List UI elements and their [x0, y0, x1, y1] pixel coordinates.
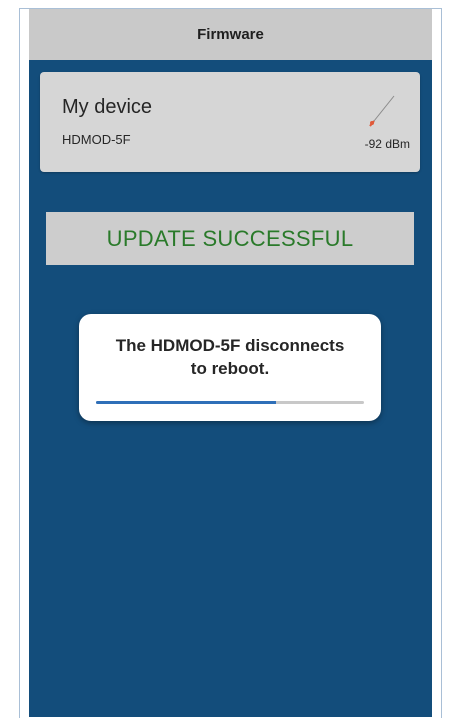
device-card[interactable]: My device HDMOD-5F -92 dBm — [40, 72, 420, 172]
device-model: HDMOD-5F — [62, 132, 131, 147]
title-bar: Firmware — [29, 9, 432, 60]
reboot-dialog: The HDMOD-5F disconnects to reboot. — [79, 314, 381, 421]
dialog-message-line1: The HDMOD-5F disconnects — [115, 336, 345, 355]
page-title: Firmware — [197, 26, 264, 43]
progress-bar-fill — [96, 401, 276, 404]
dialog-message-line2: to reboot. — [190, 359, 270, 378]
signal-strength-value: -92 dBm — [364, 137, 410, 151]
update-status-banner: UPDATE SUCCESSFUL — [46, 212, 414, 265]
device-name: My device — [62, 96, 153, 118]
app-screen: Firmware My device HDMOD-5F -92 dBm UPDA… — [29, 9, 432, 717]
progress-bar — [96, 401, 364, 404]
signal-strength-icon — [369, 95, 395, 127]
dialog-message: The HDMOD-5F disconnects to reboot. — [89, 334, 371, 380]
